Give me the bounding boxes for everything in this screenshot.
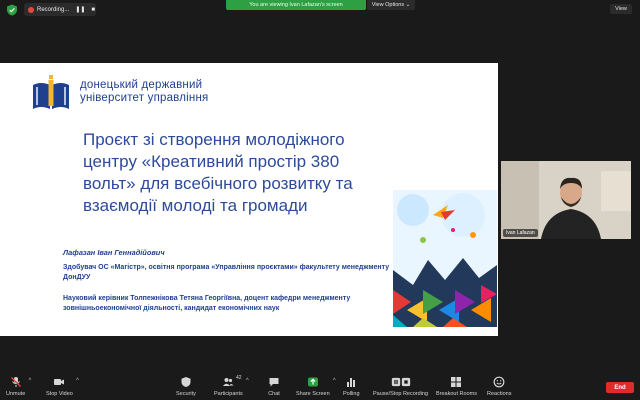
- shield-icon[interactable]: [6, 4, 18, 16]
- chat-label: Chat: [268, 391, 280, 397]
- shared-screen-slide: донецький державний університет управлін…: [0, 63, 498, 336]
- breakout-rooms-label: Breakout Rooms: [436, 391, 477, 397]
- chevron-up-icon[interactable]: ^: [333, 378, 336, 384]
- author-name: Лафазан Іван Геннадійович: [63, 248, 165, 257]
- polling-label: Polling: [343, 391, 360, 397]
- stop-icon[interactable]: ■: [91, 7, 95, 13]
- view-options-button[interactable]: View Options ⌄: [367, 0, 415, 10]
- participant-video-frame: [501, 161, 631, 239]
- view-button[interactable]: View: [610, 4, 632, 14]
- chevron-up-icon[interactable]: ^: [246, 378, 249, 384]
- chat-button[interactable]: Chat: [268, 376, 280, 397]
- recording-label: Recording...: [37, 6, 70, 13]
- recording-dot-icon: [28, 6, 34, 13]
- title-line2: центру «Креативний простір 380: [83, 152, 340, 171]
- viewing-banner: You are viewing Ivan Lafazan's screen: [226, 0, 366, 10]
- chat-bubble-icon: [269, 378, 279, 387]
- video-camera-icon: [54, 379, 65, 385]
- university-name: донецький державний університет управлін…: [80, 79, 208, 105]
- unmute-button[interactable]: Unmute ^: [6, 376, 31, 397]
- university-name-line2: університет управління: [80, 92, 209, 104]
- title-line1: Проєкт зі створення молодіжного: [83, 130, 345, 149]
- supervisor-description: Науковий керівник Толпежнікова Тетяна Ге…: [63, 295, 351, 312]
- stop-video-label: Stop Video: [46, 391, 73, 397]
- colorful-crowd-illustration: [393, 190, 497, 327]
- slide-title: Проєкт зі створення молодіжного центру «…: [83, 129, 383, 217]
- polling-chart-icon: [347, 378, 356, 387]
- reactions-button[interactable]: Reactions: [487, 376, 511, 397]
- shield-icon: [181, 377, 191, 387]
- share-screen-icon: [307, 377, 318, 387]
- polling-button[interactable]: Polling: [343, 376, 360, 397]
- title-line4: взаємодії молоді та громади: [83, 196, 308, 215]
- smiley-icon: [493, 376, 505, 388]
- chevron-up-icon[interactable]: ^: [28, 378, 31, 384]
- title-line3: вольт» для всебічного розвитку та: [83, 174, 353, 193]
- breakout-rooms-icon: [451, 377, 462, 387]
- pause-icon[interactable]: ❚❚: [75, 6, 85, 13]
- pause-stop-recording-button[interactable]: Pause/Stop Recording: [373, 376, 428, 397]
- participants-label: Participants: [214, 391, 243, 397]
- share-screen-button[interactable]: Share Screen ^: [296, 376, 336, 397]
- recording-indicator: Recording... ❚❚ ■: [24, 3, 96, 16]
- participants-icon: [223, 378, 234, 386]
- reactions-label: Reactions: [487, 391, 512, 397]
- security-button[interactable]: Security: [176, 376, 196, 397]
- microphone-muted-icon: [10, 377, 21, 387]
- participants-count: 42: [236, 375, 242, 381]
- participant-name-label: Ivan Lafazan: [503, 229, 538, 237]
- share-screen-label: Share Screen: [296, 391, 330, 397]
- unmute-label: Unmute: [6, 391, 26, 397]
- pause-stop-icon: [391, 377, 410, 387]
- meeting-toolbar: Unmute ^ Stop Video ^ Security 42 Partic…: [0, 374, 640, 400]
- participant-video-tile[interactable]: Ivan Lafazan: [501, 161, 631, 239]
- chevron-up-icon[interactable]: ^: [76, 378, 79, 384]
- breakout-rooms-button[interactable]: Breakout Rooms: [436, 376, 477, 397]
- pause-stop-recording-label: Pause/Stop Recording: [373, 391, 429, 397]
- stop-video-button[interactable]: Stop Video ^: [46, 376, 79, 397]
- end-meeting-button[interactable]: End: [606, 382, 634, 393]
- university-logo-icon: [33, 75, 69, 109]
- security-label: Security: [176, 391, 196, 397]
- participants-button[interactable]: 42 Participants ^: [214, 375, 249, 397]
- degree-description: Здобувач ОС «Магістр», освітня програма …: [63, 264, 390, 281]
- zoom-window: Recording... ❚❚ ■ You are viewing Ivan L…: [0, 0, 640, 400]
- university-name-line1: донецький державний: [80, 79, 203, 91]
